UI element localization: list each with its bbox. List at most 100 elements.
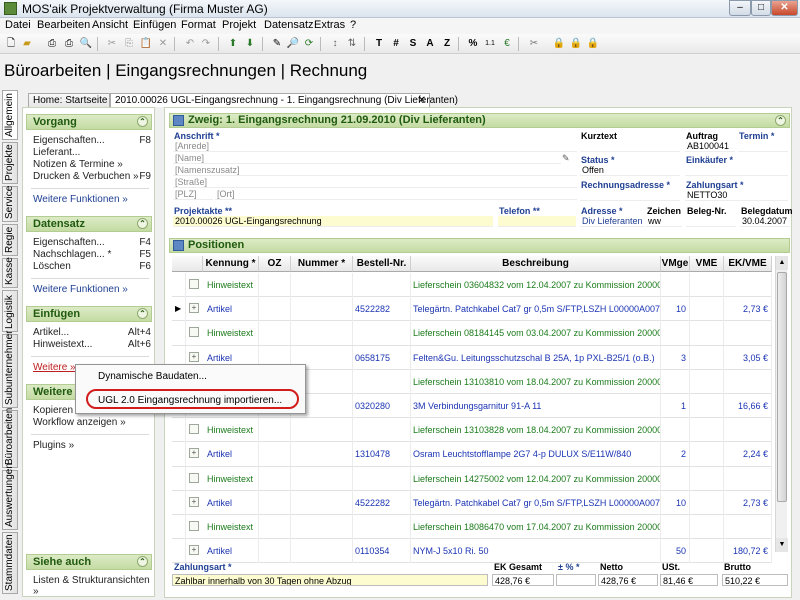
zweig-header[interactable]: Zweig: 1. Eingangsrechnung 21.09.2010 (D… [169,113,790,128]
cell-oz[interactable] [259,466,291,491]
einfuegen-artikel[interactable]: Artikel... Alt+4 [33,327,151,338]
vtab-subunternehmer[interactable]: Subunternehmer [2,331,18,408]
s-button[interactable]: S [406,37,420,51]
cell-beschreibung[interactable]: 3M Verbindungsgarnitur 91-A 11 [411,394,661,418]
maximize-button[interactable]: □ [751,0,771,16]
cell-vmge[interactable]: 2 [661,442,690,467]
cell-kennung[interactable]: Hinweistext [203,321,259,346]
cell-vme[interactable] [690,345,724,370]
col-oz[interactable]: OZ [259,256,291,272]
cell-vme[interactable] [690,539,724,564]
cell-bestell-nr[interactable] [353,369,411,394]
percent-button[interactable]: % [466,37,480,51]
lock-yellow-icon[interactable]: 🔒 [569,37,583,51]
rechnungsadresse-field[interactable] [580,190,680,201]
cell-nummer[interactable] [291,273,353,297]
number-button[interactable]: # [389,37,403,51]
currency-icon[interactable]: € [500,37,514,51]
cell-kennung[interactable]: Hinweistext [203,273,259,297]
cell-ek-vme[interactable]: 16,66 € [724,394,772,418]
section-vorgang[interactable]: Vorgang ⌃ [26,114,152,130]
cell-ek-vme[interactable] [724,466,772,491]
cell-vmge[interactable] [661,418,690,443]
plz-field[interactable]: [PLZ] [173,189,213,200]
section-siehe-auch[interactable]: Siehe auch ⌃ [26,554,152,570]
row-expander-icon[interactable] [189,521,199,531]
cell-vmge[interactable] [661,466,690,491]
tab-close-icon[interactable]: ✕ [418,94,426,107]
col-beschreibung[interactable]: Beschreibung [411,256,661,272]
cell-bestell-nr[interactable] [353,418,411,443]
termin-field[interactable] [738,141,788,152]
collapse-icon[interactable]: ⌃ [137,116,148,127]
row-expander-icon[interactable]: + [189,351,199,362]
delete-icon[interactable]: ✕ [156,37,170,51]
section-datensatz[interactable]: Datensatz ⌃ [26,216,152,232]
vorgang-eigenschaften[interactable]: Eigenschaften... F8 [33,135,151,146]
cell-nummer[interactable] [291,515,353,539]
text-button[interactable]: T [372,37,386,51]
cell-vmge[interactable] [661,321,690,346]
z-button[interactable]: Z [440,37,454,51]
cell-oz[interactable] [259,515,291,539]
cell-vme[interactable] [690,515,724,539]
table-row[interactable]: Artikel 0110354 NYM-J 5x10 Ri. 50 50 180,72 … [172,539,772,564]
projektakte-field[interactable]: 2010.00026 UGL-Eingangsrechnung [173,216,493,227]
cell-ek-vme[interactable]: 180,72 € [724,539,772,564]
sort-desc-icon[interactable]: ⇅ [345,37,359,51]
cell-bestell-nr[interactable]: 4522282 [353,297,411,322]
cell-nummer[interactable] [291,297,353,322]
cell-vmge[interactable] [661,515,690,539]
cell-ek-vme[interactable] [724,321,772,346]
cell-beschreibung[interactable]: Lieferschein 13103828 vom 18.04.2007 zu … [411,418,661,443]
vtab-bueroarbeiten[interactable]: Büroarbeiten [2,408,18,468]
menu-ansicht[interactable]: Ansicht [92,19,128,31]
vtab-auswertungen[interactable]: Auswertungen [2,463,18,530]
lock-blue-icon[interactable]: 🔒 [552,37,566,51]
cell-ek-vme[interactable] [724,515,772,539]
redo-icon[interactable]: ↷ [199,37,213,51]
cell-vme[interactable] [690,442,724,467]
ort-field[interactable]: [Ort] [215,189,577,200]
cell-ek-vme[interactable] [724,369,772,394]
row-expander-icon[interactable]: + [189,303,199,314]
menu-help[interactable]: ? [350,19,356,31]
row-expander-icon[interactable]: + [189,448,199,459]
refresh-icon[interactable]: ⟳ [302,37,316,51]
einkaeufer-field[interactable] [685,165,788,176]
undo-icon[interactable]: ↶ [183,37,197,51]
arrow-up-icon[interactable]: ⬆ [226,37,240,51]
menu-format[interactable]: Format [181,19,216,31]
collapse-icon[interactable]: ⌃ [137,218,148,229]
col-nummer[interactable]: Nummer * [291,256,353,272]
row-expander-icon[interactable]: + [189,496,199,507]
cell-bestell-nr[interactable] [353,321,411,346]
weitere-workflow[interactable]: Workflow anzeigen » [33,417,151,428]
row-expander-icon[interactable] [189,472,199,483]
cell-ek-vme[interactable]: 2,24 € [724,442,772,467]
zeichen-field[interactable]: ww [646,216,682,227]
tab-home[interactable]: Home: Startseite [28,93,110,107]
table-row[interactable]: ▶ Artikel 4522282 Telegärtn. Patchkabel Cat… [172,297,772,322]
footer-zahlungsart-field[interactable]: Zahlbar innerhalb von 30 Tagen ohne Abzu… [172,574,488,586]
collapse-icon[interactable]: ⌃ [137,556,148,567]
cell-bestell-nr[interactable] [353,273,411,297]
vorgang-weitere-funktionen[interactable]: Weitere Funktionen » [33,194,128,205]
cell-ek-vme[interactable] [724,418,772,443]
cell-beschreibung[interactable]: Lieferschein 08184145 vom 03.04.2007 zu … [411,321,661,346]
belegdatum-field[interactable]: 30.04.2007 [740,216,790,227]
cell-beschreibung[interactable]: Lieferschein 14275002 vom 12.04.2007 zu … [411,466,661,491]
preview-icon[interactable]: 🔍 [79,37,93,51]
cell-vmge[interactable]: 10 [661,490,690,515]
print-preview-icon[interactable]: ⎙ [62,37,76,51]
name-field[interactable]: [Name] [173,153,561,164]
cell-oz[interactable] [259,321,291,346]
vtab-regie[interactable]: Regie [2,224,18,256]
cell-ek-vme[interactable]: 2,73 € [724,490,772,515]
scroll-up-icon[interactable]: ▲ [776,256,788,270]
cell-ek-vme[interactable] [724,273,772,297]
cell-kennung[interactable]: Artikel [203,297,259,322]
beleg-nr-field[interactable] [686,216,736,227]
cell-beschreibung[interactable]: Telegärtn. Patchkabel Cat7 gr 0,5m S/FTP… [411,490,661,515]
cell-vmge[interactable]: 10 [661,297,690,322]
